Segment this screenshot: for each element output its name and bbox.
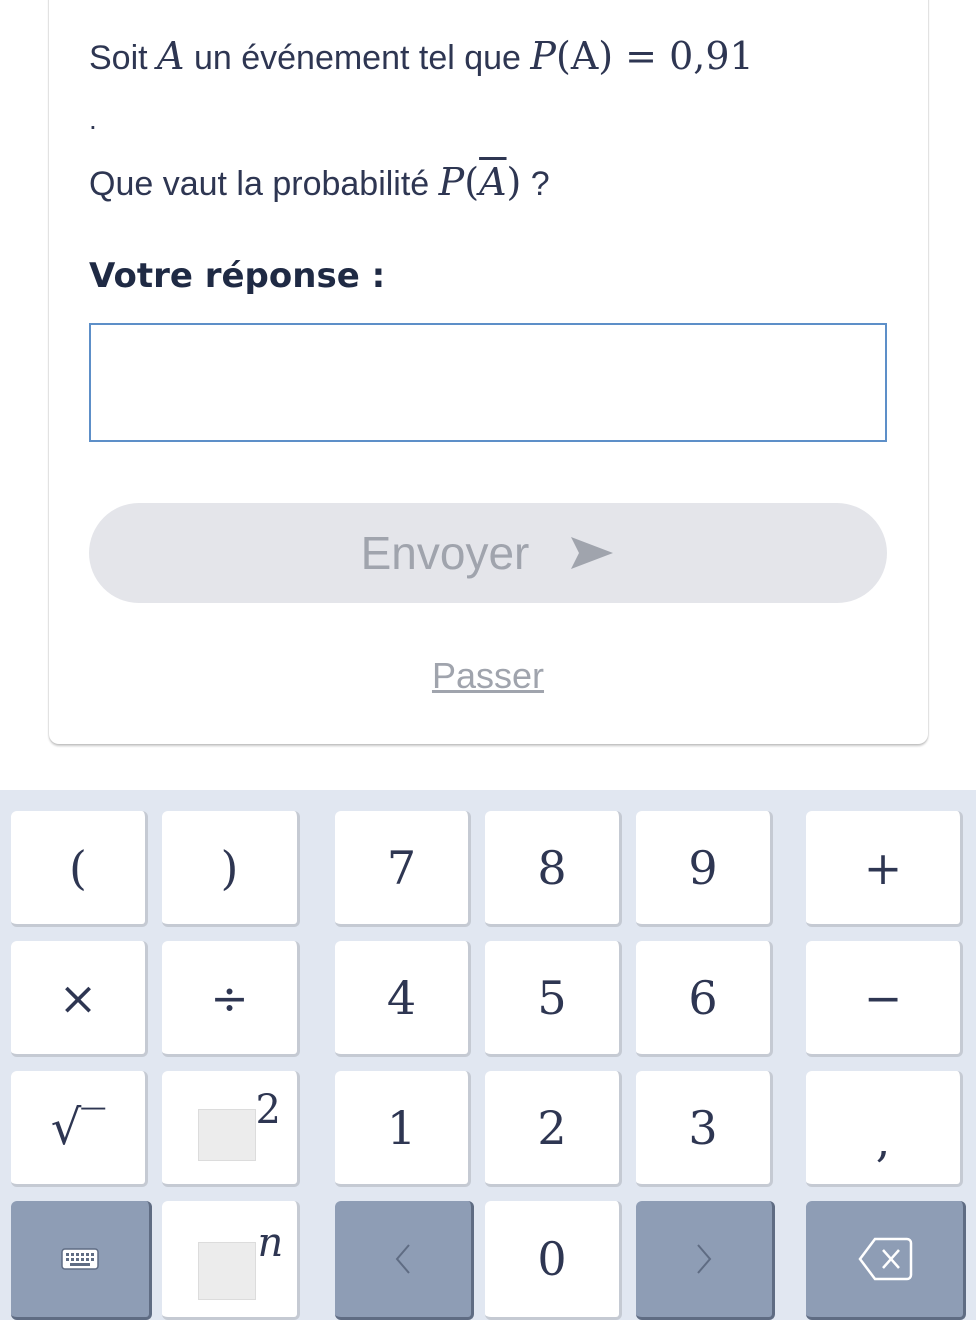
key-cursor-right[interactable]	[636, 1201, 775, 1320]
send-icon	[571, 537, 614, 569]
question-text: ?	[521, 165, 550, 203]
key-8[interactable]: 8	[485, 811, 622, 927]
key-7[interactable]: 7	[335, 811, 471, 927]
question-period: .	[89, 104, 97, 135]
question-line-1: Soit A un événement tel que P(A) = 0,91	[89, 34, 754, 78]
keyboard-icon	[61, 1248, 99, 1270]
skip-link[interactable]: Passer	[0, 655, 976, 697]
question-line-2: Que vaut la probabilité P(A) ?	[89, 160, 550, 204]
answer-label: Votre réponse :	[89, 256, 386, 296]
square-exponent: 2	[255, 1086, 281, 1133]
backspace-icon	[857, 1237, 912, 1281]
math-variable: A	[157, 34, 185, 78]
math-expression: P(A)	[438, 160, 522, 204]
key-power[interactable]: n	[162, 1201, 300, 1320]
question-text: Soit	[89, 39, 158, 77]
key-1[interactable]: 1	[335, 1071, 471, 1187]
key-square[interactable]: 2	[162, 1071, 300, 1187]
question-text: Que vaut la probabilité	[89, 165, 439, 203]
key-2[interactable]: 2	[485, 1071, 622, 1187]
key-0[interactable]: 0	[485, 1201, 622, 1320]
placeholder-box-icon	[197, 1108, 256, 1161]
key-minus[interactable]: −	[806, 941, 963, 1057]
key-keyboard[interactable]	[11, 1201, 152, 1320]
key-4[interactable]: 4	[335, 941, 471, 1057]
key-5[interactable]: 5	[485, 941, 622, 1057]
send-button-label: Envoyer	[360, 527, 530, 579]
key-6[interactable]: 6	[636, 941, 773, 1057]
chevron-right-icon	[697, 1244, 712, 1274]
sqrt-icon: √‾	[50, 1099, 106, 1156]
answer-input[interactable]	[89, 323, 887, 442]
key-9[interactable]: 9	[636, 811, 773, 927]
key-comma[interactable]: ,	[806, 1071, 963, 1187]
key-open-paren[interactable]: (	[11, 811, 148, 927]
key-divide[interactable]: ÷	[162, 941, 300, 1057]
key-cursor-left[interactable]	[335, 1201, 474, 1320]
math-keypad: ( ) 7 8 9 + × ÷ 4 5 6 − √‾ 2 1 2 3 , n 0	[0, 790, 976, 1320]
chevron-left-icon	[395, 1244, 410, 1274]
key-sqrt[interactable]: √‾	[11, 1071, 148, 1187]
key-backspace[interactable]	[806, 1201, 966, 1320]
comma-symbol: ,	[875, 1112, 891, 1167]
question-text: un événement tel que	[184, 39, 531, 77]
power-exponent: n	[257, 1220, 284, 1266]
key-close-paren[interactable]: )	[162, 811, 300, 927]
key-3[interactable]: 3	[636, 1071, 773, 1187]
key-multiply[interactable]: ×	[11, 941, 148, 1057]
placeholder-box-icon	[197, 1242, 256, 1300]
key-plus[interactable]: +	[806, 811, 963, 927]
send-button[interactable]: Envoyer	[89, 503, 887, 603]
math-expression: P(A) = 0,91	[530, 34, 754, 78]
